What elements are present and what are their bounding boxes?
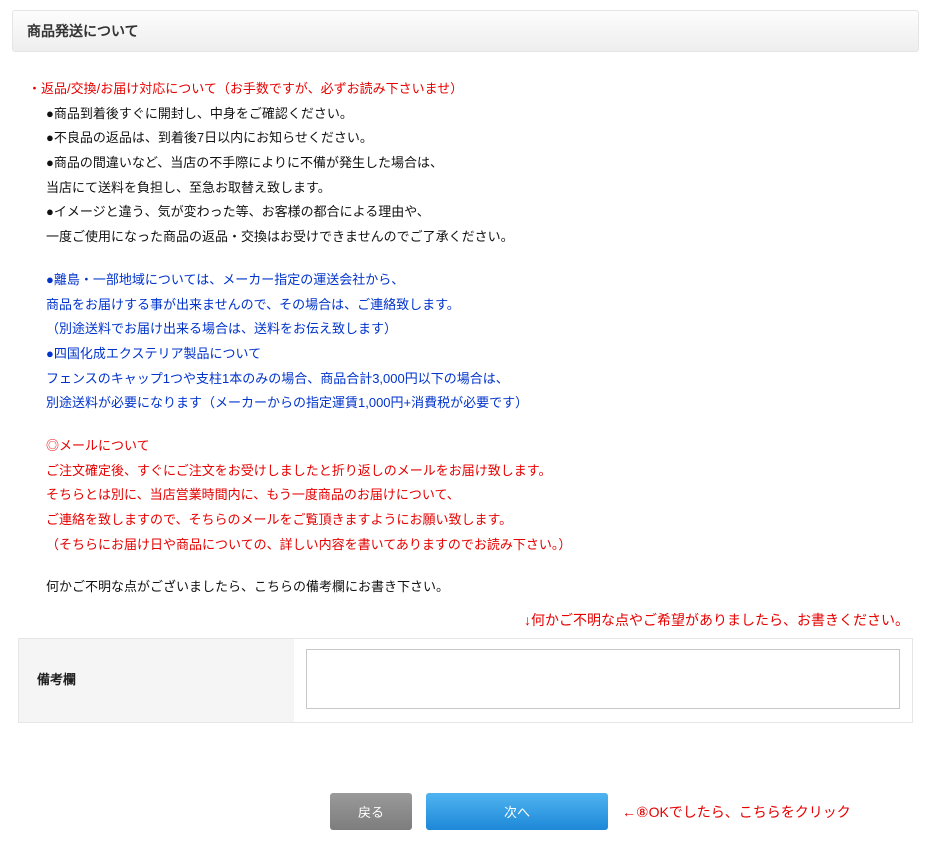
shipping-info-content: ・返品/交換/お届け対応について（お手数ですが、必ずお読み下さいませ）●商品到着…: [0, 77, 931, 600]
info-line: ●不良品の返品は、到着後7日以内にお知らせください。: [28, 126, 903, 151]
info-line: 商品をお届けする事が出来ませんので、その場合は、ご連絡致します。: [28, 293, 903, 318]
info-line: ◎メールについて: [28, 434, 903, 459]
annotation-inquiry-hint: ↓何かご不明な点やご希望がありましたら、お書きください。: [0, 610, 931, 630]
button-row: 戻る 次へ ←⑧OKでしたら、こちらをクリック: [0, 793, 931, 850]
back-button[interactable]: 戻る: [330, 793, 412, 830]
info-line: フェンスのキャップ1つや支柱1本のみの場合、商品合計3,000円以下の場合は、: [28, 367, 903, 392]
info-line: 当店にて送料を負担し、至急お取替え致します。: [28, 176, 903, 201]
info-line: ご注文確定後、すぐにご注文をお受けしましたと折り返しのメールをお届け致します。: [28, 459, 903, 484]
notes-textarea[interactable]: [306, 649, 900, 709]
page-title: 商品発送について: [12, 10, 919, 52]
info-line: ●四国化成エクステリア製品について: [28, 342, 903, 367]
spacer: [28, 557, 903, 575]
notes-section: 備考欄: [18, 638, 913, 723]
annotation-next-hint: ←⑧OKでしたら、こちらをクリック: [622, 802, 851, 822]
notes-label: 備考欄: [19, 639, 294, 722]
spacer: [28, 416, 903, 434]
next-button[interactable]: 次へ: [426, 793, 608, 830]
info-line: ・返品/交換/お届け対応について（お手数ですが、必ずお読み下さいませ）: [28, 77, 903, 102]
notes-field-cell: [294, 639, 912, 722]
info-line: ご連絡を致しますので、そちらのメールをご覧頂きますようにお願い致します。: [28, 508, 903, 533]
info-line: 何かご不明な点がございましたら、こちらの備考欄にお書き下さい。: [28, 575, 903, 600]
info-line: ●商品の間違いなど、当店の不手際によりに不備が発生した場合は、: [28, 151, 903, 176]
info-line: （別途送料でお届け出来る場合は、送料をお伝え致します）: [28, 317, 903, 342]
info-line: ●イメージと違う、気が変わった等、お客様の都合による理由や、: [28, 200, 903, 225]
info-line: 別途送料が必要になります（メーカーからの指定運賃1,000円+消費税が必要です）: [28, 391, 903, 416]
info-line: （そちらにお届け日や商品についての、詳しい内容を書いてありますのでお読み下さい。…: [28, 533, 903, 558]
info-line: ●商品到着後すぐに開封し、中身をご確認ください。: [28, 102, 903, 127]
info-line: そちらとは別に、当店営業時間内に、もう一度商品のお届けについて、: [28, 483, 903, 508]
spacer: [28, 250, 903, 268]
info-line: ●離島・一部地域については、メーカー指定の運送会社から、: [28, 268, 903, 293]
info-line: 一度ご使用になった商品の返品・交換はお受けできませんのでご了承ください。: [28, 225, 903, 250]
